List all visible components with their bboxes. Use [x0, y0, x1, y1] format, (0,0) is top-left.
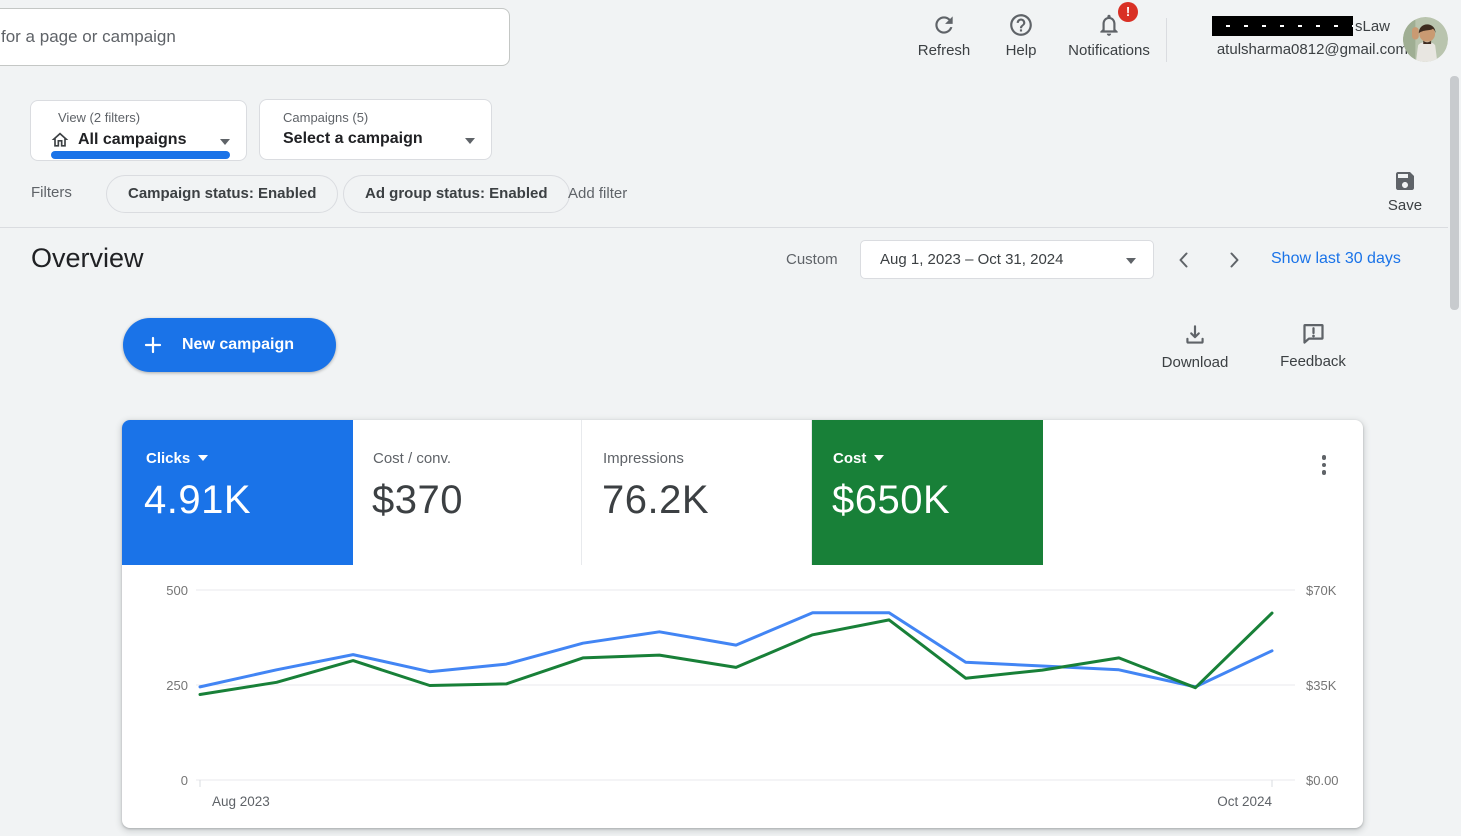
notifications-label: Notifications	[1064, 42, 1154, 59]
save-button[interactable]: Save	[1369, 169, 1441, 214]
download-button[interactable]: Download	[1150, 322, 1240, 371]
chevron-down-icon	[220, 139, 230, 145]
filter-chip-adgroup-status[interactable]: Ad group status: Enabled	[343, 175, 570, 213]
date-range-selector[interactable]: Aug 1, 2023 – Oct 31, 2024	[860, 240, 1154, 279]
left-axis-tick: 250	[166, 678, 188, 693]
chevron-right-icon	[1222, 248, 1246, 272]
help-icon	[976, 12, 1066, 38]
scorecard-impressions-value: 76.2K	[602, 478, 709, 523]
overview-chart-panel: Clicks 4.91K Cost / conv. $370 Impressio…	[122, 420, 1363, 828]
avatar[interactable]	[1403, 17, 1448, 62]
date-prev-button[interactable]	[1172, 248, 1196, 272]
chevron-down-icon	[198, 455, 208, 461]
account-email: atulsharma0812@gmail.com	[1150, 41, 1408, 58]
scorecard-impressions[interactable]: Impressions 76.2K	[582, 420, 812, 565]
right-axis-tick: $35K	[1306, 678, 1337, 693]
view-selector-value: All campaigns	[78, 131, 186, 149]
chevron-left-icon	[1172, 248, 1196, 272]
right-axis-tick: $0.00	[1306, 773, 1339, 788]
new-campaign-button[interactable]: New campaign	[123, 318, 336, 372]
account-name: sLaw	[1355, 18, 1390, 35]
scorecard-cost[interactable]: Cost $650K	[812, 420, 1043, 565]
view-selector[interactable]: View (2 filters) All campaigns	[30, 100, 247, 161]
notifications-bell-icon	[1064, 12, 1154, 38]
x-axis-label-start: Aug 2023	[212, 794, 270, 809]
scorecard-clicks[interactable]: Clicks 4.91K	[122, 420, 353, 565]
feedback-button[interactable]: Feedback	[1268, 320, 1358, 370]
filters-label: Filters	[31, 184, 72, 201]
google-ads-overview-page: Refresh Help ! Notifications sLaw atulsh…	[0, 0, 1461, 836]
date-mode-label: Custom	[786, 251, 838, 268]
scorecard-cost-per-conv-value: $370	[372, 478, 463, 523]
page-title: Overview	[31, 243, 144, 274]
new-campaign-label: New campaign	[182, 318, 294, 372]
cost-series-line	[200, 613, 1272, 694]
chevron-down-icon	[1126, 258, 1136, 264]
view-selected-indicator	[51, 151, 230, 159]
notifications-button[interactable]: ! Notifications	[1064, 12, 1154, 59]
campaign-selector-label: Campaigns (5)	[283, 110, 368, 125]
download-label: Download	[1150, 354, 1240, 371]
clicks-series-line	[200, 613, 1272, 687]
notifications-badge: !	[1118, 2, 1138, 22]
scorecard-cost-label: Cost	[833, 450, 884, 467]
download-icon	[1150, 322, 1240, 348]
left-axis-tick: 500	[166, 583, 188, 598]
feedback-label: Feedback	[1268, 353, 1358, 370]
filter-chip-campaign-status[interactable]: Campaign status: Enabled	[106, 175, 338, 213]
section-divider	[0, 227, 1448, 228]
scorecard-impressions-label: Impressions	[603, 450, 684, 467]
account-name-redaction	[1212, 16, 1353, 36]
date-range-value: Aug 1, 2023 – Oct 31, 2024	[880, 241, 1063, 279]
help-label: Help	[976, 42, 1066, 59]
right-axis-tick: $70K	[1306, 583, 1337, 598]
time-series-chart: 500 250 0 $70K $35K $0.00 Aug 2023 Oct 2…	[122, 565, 1363, 828]
chevron-down-icon	[465, 138, 475, 144]
search-input[interactable]	[0, 8, 510, 66]
chevron-down-icon	[874, 455, 884, 461]
date-next-button[interactable]	[1222, 248, 1246, 272]
x-axis-label-end: Oct 2024	[1217, 794, 1272, 809]
panel-more-options-button[interactable]	[1315, 452, 1333, 482]
campaign-selector[interactable]: Campaigns (5) Select a campaign	[259, 99, 492, 160]
scrollbar[interactable]	[1450, 76, 1459, 310]
save-label: Save	[1369, 197, 1441, 214]
scorecard-clicks-label: Clicks	[146, 450, 208, 467]
help-button[interactable]: Help	[976, 12, 1066, 59]
left-axis-tick: 0	[181, 773, 188, 788]
view-selector-label: View (2 filters)	[58, 110, 140, 125]
scorecard-cost-per-conv-label: Cost / conv.	[373, 450, 451, 467]
scorecard-cost-value: $650K	[832, 478, 950, 523]
save-icon	[1369, 169, 1441, 193]
campaign-selector-value: Select a campaign	[283, 130, 423, 148]
plus-icon	[141, 333, 165, 362]
scorecard-clicks-value: 4.91K	[144, 478, 251, 523]
feedback-icon	[1268, 320, 1358, 347]
add-filter-button[interactable]: Add filter	[568, 185, 627, 202]
scorecard-cost-per-conv[interactable]: Cost / conv. $370	[353, 420, 582, 565]
show-last-30-days-link[interactable]: Show last 30 days	[1271, 250, 1401, 268]
